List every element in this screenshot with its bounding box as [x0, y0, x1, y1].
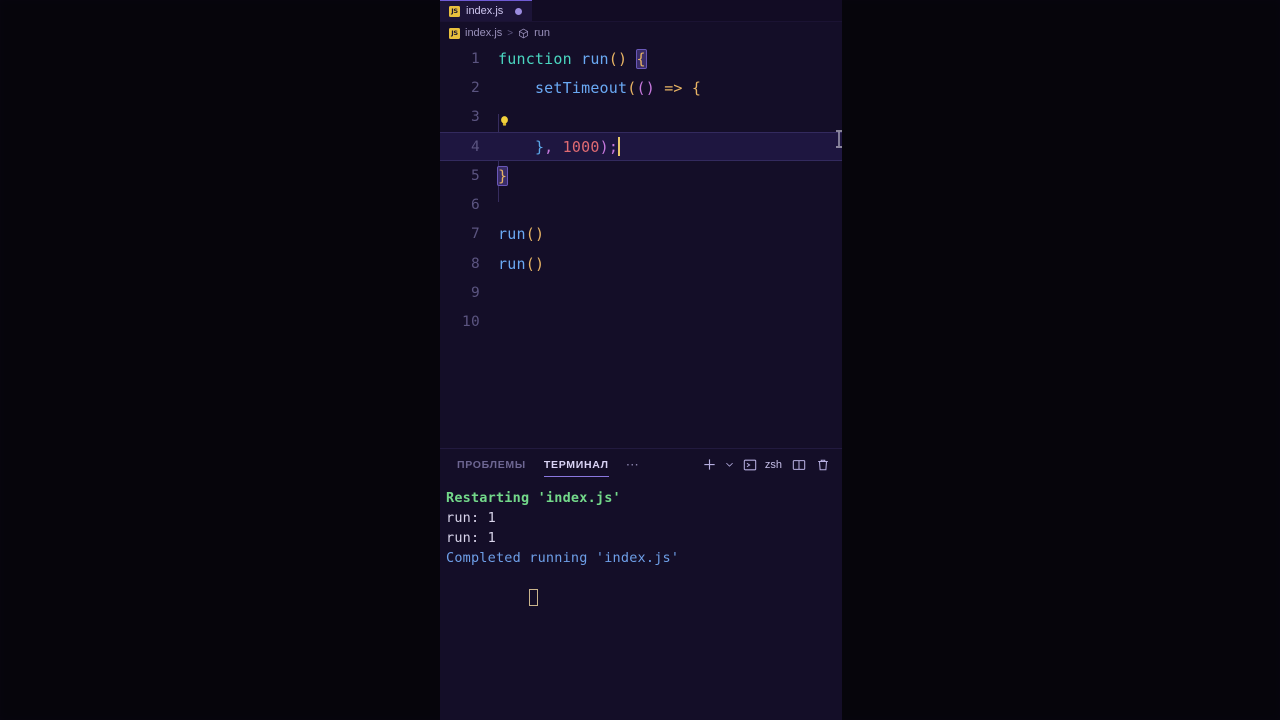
line-number: 6: [470, 197, 480, 214]
code-token: run: [581, 49, 609, 68]
code-token: ): [534, 254, 545, 273]
shell-name-label: zsh: [764, 458, 782, 471]
breadcrumb: JS index.js > run: [440, 22, 842, 44]
line-content: setTimeout(() => {: [498, 79, 701, 97]
terminal-icon[interactable]: [739, 454, 761, 476]
code-editor[interactable]: 1 function run() {2 setTimeout(() => {3 4 …: [440, 44, 842, 448]
code-token: }: [496, 165, 509, 186]
code-line[interactable]: 8 run(): [440, 249, 842, 278]
tab-terminal[interactable]: ТЕРМИНАЛ: [535, 449, 618, 480]
terminal-line: run: 1: [446, 510, 496, 526]
unsaved-indicator-dot[interactable]: [515, 7, 523, 15]
code-token: function: [498, 49, 572, 68]
breadcrumb-file[interactable]: index.js: [465, 27, 502, 39]
line-content: }: [496, 165, 509, 186]
code-token: setTimeout: [534, 78, 628, 97]
terminal-output[interactable]: Restarting 'index.js' run: 1 run: 1 Complet…: [440, 480, 842, 720]
line-content: }, 1000);: [498, 137, 621, 157]
code-line[interactable]: 6: [440, 190, 842, 219]
code-token: 1000: [562, 138, 600, 157]
chevron-down-icon[interactable]: [723, 454, 737, 476]
terminal-line: Completed running 'index.js': [446, 550, 680, 566]
code-token: (: [525, 254, 535, 273]
tab-label: index.js: [466, 5, 504, 17]
line-content: run(): [498, 225, 544, 243]
trash-icon[interactable]: [812, 454, 834, 476]
code-token: {: [635, 48, 647, 69]
line-content: run(): [498, 255, 544, 273]
tab-problems[interactable]: ПРОБЛЕМЫ: [448, 449, 535, 480]
js-file-icon: JS: [449, 5, 460, 17]
code-line[interactable]: 2 setTimeout(() => {: [440, 73, 842, 102]
code-token: }: [534, 138, 545, 157]
panel-header: ПРОБЛЕМЫ ТЕРМИНАЛ ⋯ zsh: [440, 448, 842, 480]
code-line[interactable]: 3: [440, 103, 842, 132]
code-token: (: [525, 225, 535, 244]
panel-more-button[interactable]: ⋯: [618, 457, 648, 473]
code-token: ): [645, 78, 655, 97]
code-token: {: [691, 78, 702, 97]
code-token: ): [534, 225, 545, 244]
line-content: function run() {: [498, 48, 647, 69]
line-number: 2: [470, 79, 480, 96]
code-token: run: [498, 225, 526, 244]
vscode-window: JS index.js JS index.js > run 1 function…: [440, 0, 842, 720]
terminal-cursor-line: [446, 568, 842, 628]
code-token: (: [608, 49, 619, 68]
line-number: 4: [470, 138, 480, 155]
code-token: ): [599, 138, 609, 157]
code-line[interactable]: 5}: [440, 161, 842, 190]
breadcrumb-separator: >: [507, 27, 514, 39]
code-lines: 1 function run() {2 setTimeout(() => {3 4 …: [440, 44, 842, 337]
code-token: =>: [664, 78, 683, 97]
screen: 8 run() 9 10 ПРОБЛЕМЫ ТЕРМИНАЛ + ⌄ ▣ zsh…: [0, 0, 1280, 720]
terminal-line: run: 1: [446, 530, 496, 546]
split-panel-icon[interactable]: [788, 454, 810, 476]
line-number: 9: [470, 285, 480, 302]
plus-icon[interactable]: [699, 454, 721, 476]
block-cursor-icon: [529, 589, 539, 606]
code-token: run: [498, 254, 526, 273]
js-file-icon: JS: [449, 27, 460, 39]
line-number: 1: [470, 50, 480, 67]
line-number: 3: [470, 109, 480, 126]
code-line[interactable]: 9: [440, 278, 842, 307]
panel-toolbar: zsh: [699, 454, 834, 476]
line-number: 5: [470, 167, 480, 184]
cube-icon: [518, 28, 529, 39]
editor-tab-bar: JS index.js: [440, 0, 842, 22]
code-token: ;: [608, 138, 619, 157]
tab-index-js[interactable]: JS index.js: [440, 0, 533, 21]
line-number: 8: [470, 255, 480, 272]
text-caret: [618, 137, 621, 157]
breadcrumb-symbol[interactable]: run: [534, 27, 550, 39]
code-line[interactable]: 7 run(): [440, 220, 842, 249]
terminal-line: Restarting 'index.js': [446, 490, 621, 506]
line-number: 10: [461, 314, 480, 331]
code-line[interactable]: 4 }, 1000);: [440, 131, 842, 162]
bottom-panel: ПРОБЛЕМЫ ТЕРМИНАЛ ⋯ zsh Restarting 'inde…: [440, 448, 842, 720]
code-line[interactable]: 1 function run() {: [440, 44, 842, 73]
code-token: (: [636, 78, 646, 97]
line-number: 7: [470, 226, 480, 243]
code-token: ): [618, 49, 628, 68]
code-line[interactable]: 10: [440, 308, 842, 337]
